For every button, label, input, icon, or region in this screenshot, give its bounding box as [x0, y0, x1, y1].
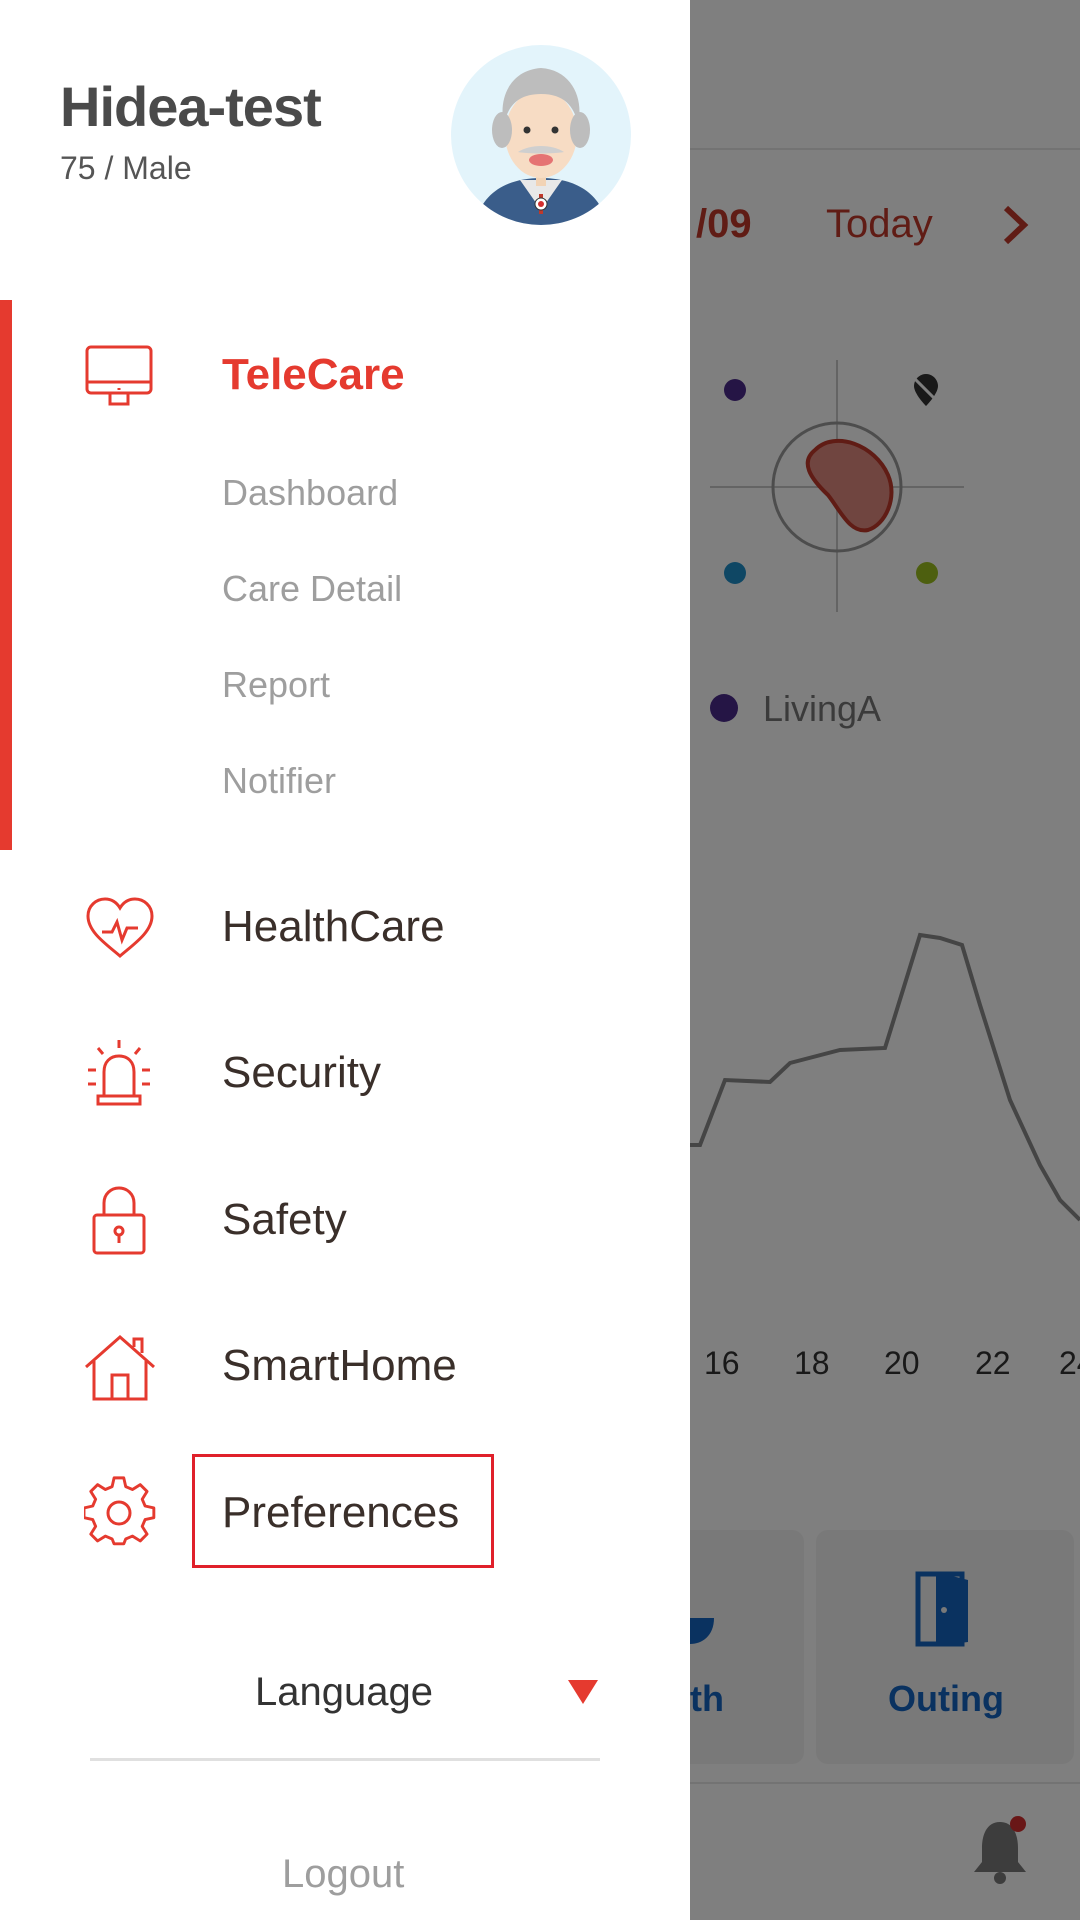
nav-item-safety-label: Safety — [222, 1195, 347, 1244]
profile-details: 75 / Male — [60, 150, 192, 186]
chevron-down-icon — [568, 1680, 598, 1704]
navigation-drawer: Hidea-test 75 / Male TeleCare Dashboard … — [0, 0, 690, 1920]
nav-item-safety[interactable]: Safety — [0, 1165, 690, 1275]
subnav-dashboard[interactable]: Dashboard — [222, 472, 398, 514]
gear-icon — [84, 1476, 156, 1546]
nav-item-security[interactable]: Security — [0, 1018, 690, 1128]
language-select[interactable]: Language — [90, 1640, 600, 1761]
heartbeat-icon — [86, 897, 154, 958]
language-underline — [90, 1758, 600, 1761]
nav-item-preferences[interactable]: Preferences — [0, 1454, 690, 1568]
nav-item-telecare[interactable]: TeleCare — [0, 320, 690, 430]
nav-item-healthcare[interactable]: HealthCare — [0, 872, 690, 982]
nav-item-preferences-label: Preferences — [222, 1488, 460, 1537]
avatar[interactable] — [450, 44, 632, 226]
nav-item-telecare-label: TeleCare — [222, 350, 405, 399]
subnav-notifier[interactable]: Notifier — [222, 760, 336, 802]
language-label: Language — [255, 1670, 433, 1714]
home-icon — [85, 1334, 155, 1401]
lock-icon — [92, 1186, 146, 1255]
nav-item-smarthome-label: SmartHome — [222, 1341, 457, 1390]
logout-button[interactable]: Logout — [282, 1852, 404, 1897]
nav-item-security-label: Security — [222, 1048, 381, 1097]
siren-icon — [88, 1040, 150, 1106]
nav-item-smarthome[interactable]: SmartHome — [0, 1311, 690, 1421]
monitor-icon — [85, 345, 153, 406]
subnav-care-detail[interactable]: Care Detail — [222, 568, 402, 610]
nav-item-healthcare-label: HealthCare — [222, 902, 445, 951]
subnav-report[interactable]: Report — [222, 664, 330, 706]
profile-name: Hidea-test — [60, 75, 322, 138]
